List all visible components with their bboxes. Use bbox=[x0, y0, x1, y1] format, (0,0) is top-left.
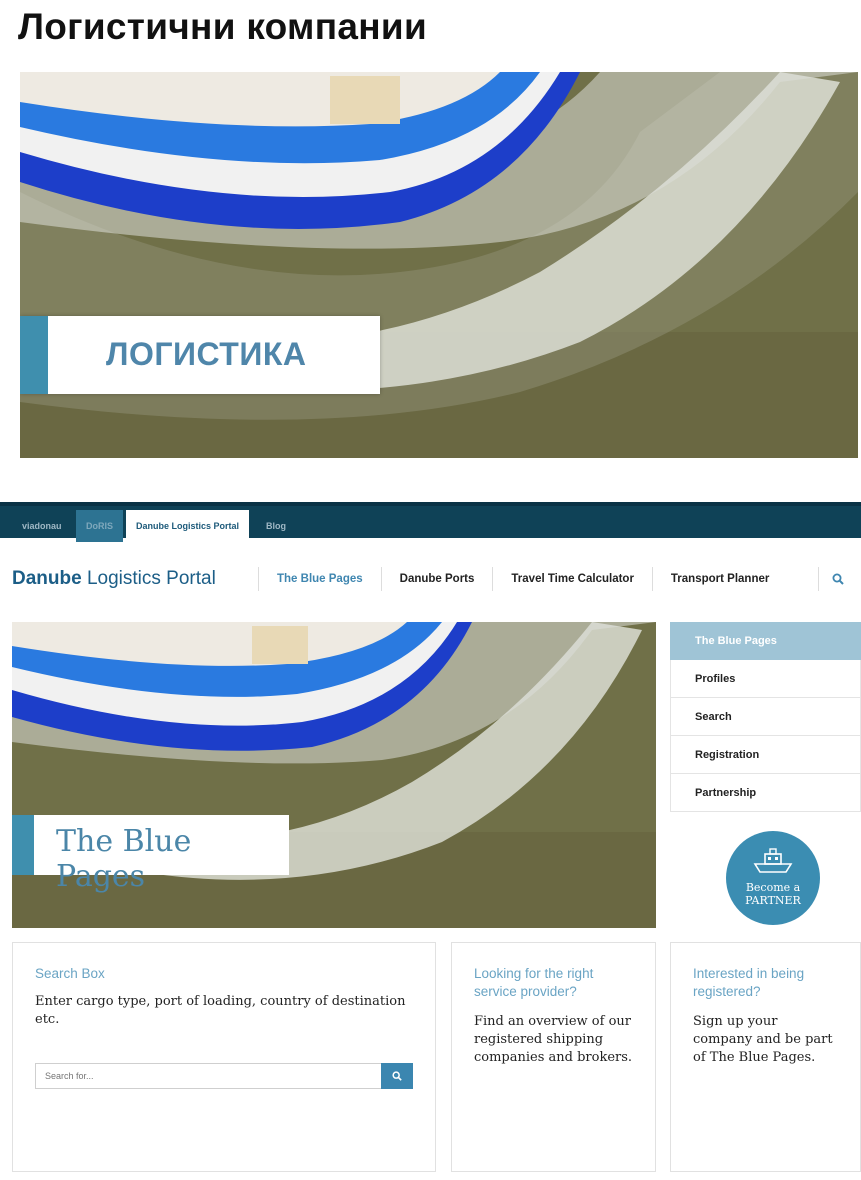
search-box-description: Enter cargo type, port of loading, count… bbox=[35, 994, 406, 1027]
brand-rest: Logistics Portal bbox=[81, 568, 216, 589]
search-box-title: Search Box bbox=[35, 966, 105, 981]
hero-caption-text: ЛОГИСТИКА bbox=[106, 336, 307, 372]
ship-icon bbox=[753, 848, 793, 873]
main-nav: The Blue Pages Danube Ports Travel Time … bbox=[258, 567, 787, 591]
service-provider-title[interactable]: Looking for the right service provider? bbox=[474, 965, 633, 1001]
hero-caption-blue-pages: The Blue Pages bbox=[12, 815, 289, 894]
topbar-tab-danube-logistics-portal[interactable]: Danube Logistics Portal bbox=[126, 510, 250, 542]
topbar-tab-viadonau[interactable]: viadonau bbox=[12, 510, 72, 542]
hero-image-logistics: ЛОГИСТИКА bbox=[20, 72, 858, 458]
registration-description: Sign up your company and be part of The … bbox=[693, 1014, 833, 1065]
sidebar-item-blue-pages[interactable]: The Blue Pages bbox=[670, 622, 861, 660]
nav-item-transport-planner[interactable]: Transport Planner bbox=[651, 567, 787, 591]
nav-item-travel-time-calculator[interactable]: Travel Time Calculator bbox=[492, 567, 652, 591]
search-row bbox=[35, 1063, 413, 1089]
page: Логистични компании ЛОГИСТИКА viadonau D… bbox=[0, 0, 861, 1180]
search-button-icon bbox=[392, 1071, 402, 1081]
search-input[interactable] bbox=[35, 1063, 381, 1089]
partner-line1: Become a bbox=[745, 881, 801, 894]
sidebar-menu: The Blue Pages Profiles Search Registrat… bbox=[670, 622, 861, 812]
search-box-card: Search Box Enter cargo type, port of loa… bbox=[12, 942, 436, 1172]
hero-image-blue-pages: The Blue Pages bbox=[12, 622, 656, 928]
search-icon[interactable] bbox=[818, 567, 856, 591]
portal-topbar: viadonau DoRIS Danube Logistics Portal B… bbox=[0, 502, 861, 542]
brand-bold: Danube bbox=[12, 568, 82, 589]
boat-wake-image bbox=[20, 72, 858, 458]
sidebar-item-search[interactable]: Search bbox=[670, 698, 861, 736]
become-partner-badge[interactable]: Become a PARTNER bbox=[726, 831, 820, 925]
sidebar-item-partnership[interactable]: Partnership bbox=[670, 774, 861, 812]
partner-line2: PARTNER bbox=[745, 894, 801, 907]
topbar-tab-blog[interactable]: Blog bbox=[256, 510, 296, 542]
registration-card: Interested in being registered? Sign up … bbox=[670, 942, 861, 1172]
slide-title: Логистични компании bbox=[18, 6, 427, 47]
sidebar-item-registration[interactable]: Registration bbox=[670, 736, 861, 774]
sidebar-item-profiles[interactable]: Profiles bbox=[670, 660, 861, 698]
search-button[interactable] bbox=[381, 1063, 413, 1089]
caption-accent-bar bbox=[20, 316, 48, 394]
hero-caption-logistics: ЛОГИСТИКА bbox=[20, 316, 380, 394]
topbar-tab-doris[interactable]: DoRIS bbox=[76, 510, 123, 542]
brand-logo[interactable]: Danube Logistics Portal bbox=[12, 568, 216, 590]
service-provider-description: Find an overview of our registered shipp… bbox=[474, 1014, 633, 1065]
nav-item-danube-ports[interactable]: Danube Ports bbox=[380, 567, 493, 591]
service-provider-card: Looking for the right service provider? … bbox=[451, 942, 656, 1172]
nav-item-blue-pages[interactable]: The Blue Pages bbox=[258, 567, 381, 591]
hero-caption-text-2: The Blue Pages bbox=[56, 824, 192, 894]
registration-title[interactable]: Interested in being registered? bbox=[693, 965, 838, 1001]
caption-accent-bar-2 bbox=[12, 815, 34, 875]
